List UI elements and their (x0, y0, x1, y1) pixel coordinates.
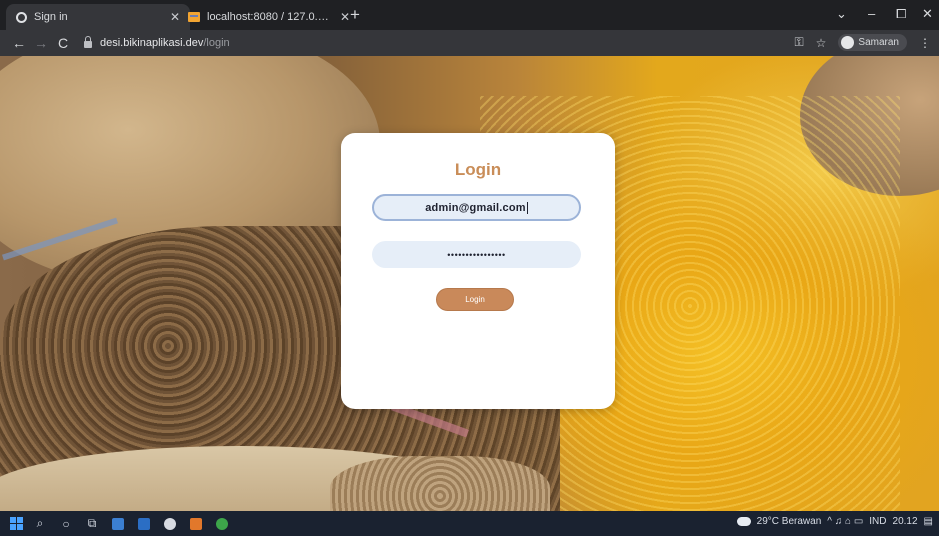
cortana-icon[interactable]: ○ (57, 517, 75, 531)
file-explorer-icon[interactable] (109, 517, 127, 531)
password-field[interactable]: •••••••••••••••• (372, 241, 581, 268)
store-icon[interactable] (135, 517, 153, 531)
tab-title: localhost:8080 / 127.0.0.1 | phpM (207, 11, 334, 23)
chrome-icon[interactable] (213, 517, 231, 531)
tab-title: Sign in (34, 11, 68, 23)
profile-button[interactable]: Samaran (838, 34, 907, 51)
email-value: admin@gmail.com (425, 201, 526, 214)
reload-button[interactable]: C (52, 35, 74, 51)
close-tab-icon[interactable]: ✕ (340, 10, 350, 24)
password-value: •••••••••••••••• (447, 249, 506, 260)
profile-label: Samaran (858, 37, 899, 48)
lock-icon[interactable] (84, 35, 92, 48)
weather-icon[interactable] (736, 517, 751, 526)
windows-taskbar: ⌕ ○ ⧉ 29°C Berawan ^ ♫ ⌂ ▭ IND 20.12 ▤ (0, 511, 939, 536)
tab-sign-in[interactable]: Sign in ✕ (6, 4, 190, 30)
task-view-icon[interactable]: ⧉ (83, 516, 101, 531)
phpmyadmin-icon (188, 12, 200, 22)
system-tray: 29°C Berawan ^ ♫ ⌂ ▭ IND 20.12 ▤ (736, 516, 933, 527)
app-icon-orange[interactable] (187, 517, 205, 531)
new-tab-button[interactable]: + (350, 6, 360, 23)
clock[interactable]: 20.12 (893, 516, 918, 527)
windows-start-icon[interactable] (10, 517, 23, 530)
tab-phpmyadmin[interactable]: localhost:8080 / 127.0.0.1 | phpM ✕ (178, 4, 360, 30)
url-path: /login (203, 37, 230, 49)
key-icon[interactable]: ⚿ (795, 35, 804, 50)
address-bar[interactable]: desi.bikinaplikasi.dev/login (84, 33, 804, 53)
language-indicator[interactable]: IND (869, 516, 886, 527)
login-title: Login (454, 160, 502, 179)
notification-icon[interactable]: ▤ (924, 516, 933, 527)
avatar-icon (841, 36, 855, 49)
url-domain: desi.bikinaplikasi.dev (100, 37, 204, 49)
globe-icon (16, 11, 27, 23)
login-button[interactable]: Login (436, 288, 514, 311)
background-pellets-bottom (330, 456, 550, 511)
back-button[interactable]: ← (8, 35, 30, 51)
search-icon[interactable]: ⌕ (31, 516, 49, 531)
login-card: Login admin@gmail.com •••••••••••••••• L… (341, 133, 615, 409)
minimize-button[interactable]: – (868, 6, 875, 21)
email-field[interactable]: admin@gmail.com (372, 194, 581, 221)
browser-menu-icon[interactable]: ⋮ (919, 36, 931, 50)
browser-tabstrip: Sign in ✕ localhost:8080 / 127.0.0.1 | p… (0, 0, 939, 30)
close-window-button[interactable]: ✕ (922, 6, 933, 22)
maximize-button[interactable]: ⧠ (896, 6, 906, 22)
forward-button[interactable]: → (30, 35, 52, 51)
toolbar-right: ⚿ ☆ Samaran ⋮ (795, 34, 931, 51)
bookmark-star-icon[interactable]: ☆ (816, 36, 827, 50)
weather-text[interactable]: 29°C Berawan (757, 516, 822, 527)
page-viewport: Login admin@gmail.com •••••••••••••••• L… (0, 56, 939, 511)
text-caret (526, 201, 528, 214)
edge-icon[interactable] (161, 517, 179, 531)
browser-toolbar: ← → C desi.bikinaplikasi.dev/login ⚿ ☆ S… (0, 30, 939, 56)
tab-search-icon[interactable]: ⌄ (836, 6, 847, 22)
tray-icons[interactable]: ^ ♫ ⌂ ▭ (827, 516, 863, 527)
